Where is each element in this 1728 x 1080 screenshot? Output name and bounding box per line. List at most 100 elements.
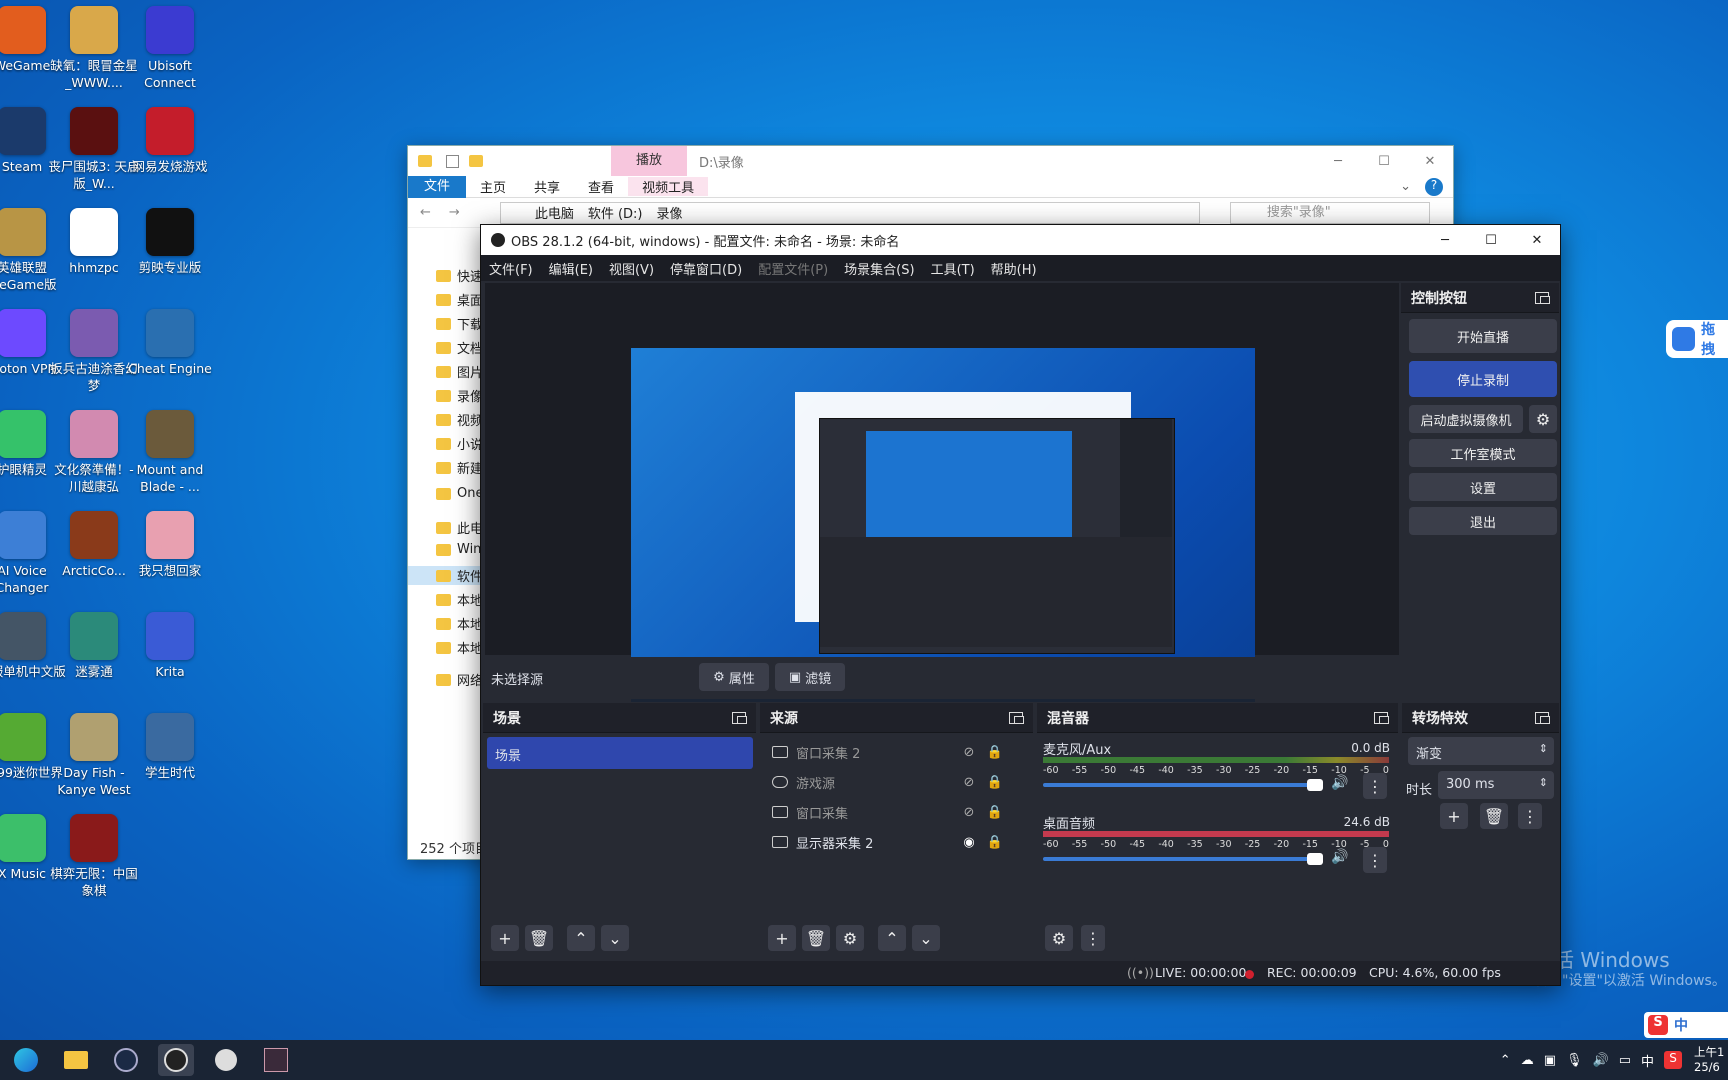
menu-file[interactable]: 文件(F)	[489, 259, 533, 278]
duration-spinbox[interactable]: 300 ms ⇕	[1438, 771, 1554, 799]
move-up-chevron-icon[interactable]: ⌃	[878, 925, 906, 951]
properties-button[interactable]: ⚙ 属性	[699, 663, 769, 691]
start-virtual-camera-button[interactable]: 启动虚拟摄像机	[1409, 405, 1523, 433]
help-icon[interactable]: ?	[1425, 177, 1443, 196]
undock-icon[interactable]	[1535, 291, 1550, 304]
lock-icon[interactable]: 🔒	[986, 745, 1004, 760]
hidden-eye-icon[interactable]: ⊘	[960, 745, 978, 760]
minimize-icon[interactable]: ─	[1315, 154, 1361, 169]
add-transition-icon[interactable]: +	[1440, 803, 1468, 829]
advanced-audio-gear-icon[interactable]: ⚙	[1045, 925, 1073, 951]
move-down-chevron-icon[interactable]: ⌄	[912, 925, 940, 951]
start-streaming-button[interactable]: 开始直播	[1409, 319, 1557, 353]
obs-window[interactable]: OBS 28.1.2 (64-bit, windows) - 配置文件: 未命名…	[480, 224, 1561, 986]
nav-item[interactable]: 小说	[436, 434, 483, 453]
speaker-icon[interactable]: 🔊	[1331, 775, 1348, 791]
source-item[interactable]: 窗口采集 ⊘ 🔒	[768, 799, 1004, 825]
nav-item[interactable]: 新建	[436, 458, 483, 477]
more-options-icon[interactable]: ⋮	[1363, 773, 1387, 799]
nav-item[interactable]: 本地	[436, 590, 483, 609]
undock-icon[interactable]	[732, 711, 747, 724]
tab-video-tools[interactable]: 视频工具	[628, 177, 709, 196]
tab-file[interactable]: 文件	[408, 175, 467, 198]
source-properties-gear-icon[interactable]: ⚙	[836, 925, 864, 951]
breadcrumb-folder[interactable]: 录像	[657, 203, 683, 222]
explorer-titlebar[interactable]: 播放 D:\录像 ─ ☐ ✕	[408, 146, 1453, 176]
source-item[interactable]: 窗口采集 2 ⊘ 🔒	[768, 739, 1004, 765]
game-app-icon[interactable]	[258, 1044, 294, 1076]
edge-icon[interactable]	[8, 1044, 44, 1076]
exit-button[interactable]: 退出	[1409, 507, 1557, 535]
address-bar[interactable]: 此电脑 软件 (D:) 录像	[499, 201, 1200, 224]
stop-recording-button[interactable]: 停止录制	[1409, 361, 1557, 397]
ime-indicator[interactable]: 中	[1641, 1051, 1654, 1070]
hidden-eye-icon[interactable]: ⊘	[960, 775, 978, 790]
tray-chevron-icon[interactable]: ⌃	[1500, 1053, 1511, 1068]
desktop-shortcut[interactable]: 我只想回家	[124, 511, 216, 579]
obs-titlebar[interactable]: OBS 28.1.2 (64-bit, windows) - 配置文件: 未命名…	[481, 225, 1560, 255]
ime-toolbar[interactable]: S 中	[1644, 1012, 1728, 1038]
more-options-icon[interactable]: ⋮	[1518, 803, 1542, 829]
hidden-eye-icon[interactable]: ⊘	[960, 805, 978, 820]
nav-item[interactable]: 软件	[408, 566, 488, 585]
nav-item[interactable]: 图片	[436, 362, 483, 381]
nav-item[interactable]: 下载	[436, 314, 483, 333]
add-scene-icon[interactable]: +	[491, 925, 519, 951]
remove-transition-trash-icon[interactable]: 🗑	[1480, 803, 1508, 829]
camera-icon[interactable]: ▣	[1544, 1053, 1556, 1068]
desktop-shortcut[interactable]: 剪映专业版	[124, 208, 216, 276]
undock-icon[interactable]	[1535, 711, 1550, 724]
tab-home[interactable]: 主页	[466, 177, 520, 196]
remove-source-trash-icon[interactable]: 🗑	[802, 925, 830, 951]
cloud-drag-widget[interactable]: 拖拽	[1666, 320, 1728, 358]
undock-icon[interactable]	[1009, 711, 1024, 724]
nav-item[interactable]: 文档	[436, 338, 483, 357]
maximize-icon[interactable]: ☐	[1468, 233, 1514, 248]
menu-profile[interactable]: 配置文件(P)	[758, 259, 828, 278]
preview-canvas[interactable]	[631, 348, 1255, 702]
more-options-icon[interactable]: ⋮	[1081, 925, 1105, 951]
nav-item[interactable]: Win	[436, 542, 481, 557]
nav-item[interactable]: 桌面	[436, 290, 483, 309]
virtual-camera-settings-gear-icon[interactable]: ⚙	[1529, 405, 1557, 433]
lock-icon[interactable]: 🔒	[986, 775, 1004, 790]
breadcrumb-drive-d[interactable]: 软件 (D:)	[588, 203, 643, 222]
desktop-shortcut[interactable]: 网易发烧游戏	[124, 107, 216, 175]
maximize-icon[interactable]: ☐	[1361, 154, 1407, 169]
clock[interactable]: 上午1 25/6	[1694, 1045, 1728, 1075]
preview-area[interactable]	[485, 283, 1399, 702]
obs-taskbar-icon[interactable]	[158, 1044, 194, 1076]
move-down-chevron-icon[interactable]: ⌄	[601, 925, 629, 951]
nav-item[interactable]: 本地	[436, 638, 483, 657]
lock-icon[interactable]: 🔒	[986, 835, 1004, 850]
undock-icon[interactable]	[1374, 711, 1389, 724]
steam-icon[interactable]	[108, 1044, 144, 1076]
close-icon[interactable]: ✕	[1514, 233, 1560, 248]
studio-mode-button[interactable]: 工作室模式	[1409, 439, 1557, 467]
search-input[interactable]: 搜索"录像"	[1229, 201, 1430, 224]
sogou-ime-icon[interactable]: S	[1664, 1051, 1682, 1069]
transition-select[interactable]: 渐变 ⇕	[1408, 737, 1554, 765]
ribbon-context-tab[interactable]: 播放	[611, 146, 687, 176]
source-item[interactable]: 游戏源 ⊘ 🔒	[768, 769, 1004, 795]
volume-slider[interactable]	[1043, 853, 1323, 865]
nav-item[interactable]: 录像	[436, 386, 483, 405]
close-icon[interactable]: ✕	[1407, 154, 1453, 169]
settings-button[interactable]: 设置	[1409, 473, 1557, 501]
move-up-chevron-icon[interactable]: ⌃	[567, 925, 595, 951]
menu-scene-collection[interactable]: 场景集合(S)	[844, 259, 914, 278]
lock-icon[interactable]: 🔒	[986, 805, 1004, 820]
nav-item[interactable]: 网络	[436, 670, 483, 689]
menu-help[interactable]: 帮助(H)	[991, 259, 1037, 278]
volume-slider[interactable]	[1043, 779, 1323, 791]
menu-docks[interactable]: 停靠窗口(D)	[670, 259, 742, 278]
source-item[interactable]: 显示器采集 2 ◉ 🔒	[768, 829, 1004, 855]
desktop-shortcut[interactable]: Cheat Engine	[124, 309, 216, 377]
forward-icon[interactable]: →	[449, 205, 460, 220]
network-icon[interactable]: ▭	[1619, 1053, 1631, 1068]
nav-item[interactable]: 本地	[436, 614, 483, 633]
filters-button[interactable]: ▣ 滤镜	[775, 663, 845, 691]
scene-item[interactable]: 场景	[487, 737, 753, 769]
more-options-icon[interactable]: ⋮	[1363, 847, 1387, 873]
visible-eye-icon[interactable]: ◉	[960, 835, 978, 850]
